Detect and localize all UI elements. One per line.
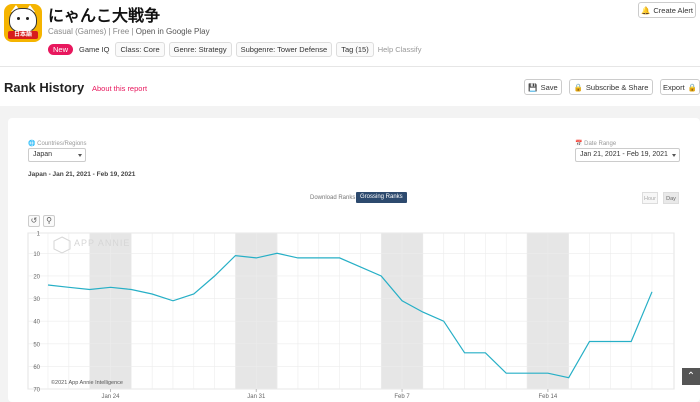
copyright-text: ©2021 App Annie Intelligence (51, 379, 123, 386)
y-tick-label: 20 (33, 274, 40, 280)
x-tick-label: Jan 31 (247, 394, 266, 400)
x-tick-label: Feb 14 (539, 394, 558, 400)
y-tick-label: 40 (33, 320, 40, 326)
x-tick-label: Jan 24 (101, 394, 120, 400)
y-tick-label: 30 (33, 297, 40, 303)
scroll-to-top-button[interactable]: ⌃ (682, 368, 700, 385)
y-tick-label: 50 (33, 342, 40, 348)
y-tick-label: 70 (33, 388, 40, 394)
y-tick-label: 60 (33, 365, 40, 371)
watermark-text: APP ANNIE (74, 238, 130, 248)
y-tick-label: 10 (33, 252, 40, 258)
x-tick-label: Feb 7 (394, 394, 410, 400)
rank-history-chart[interactable]: 110203040506070APP ANNIEJan 24 Jan 31 Feb … (0, 0, 700, 402)
